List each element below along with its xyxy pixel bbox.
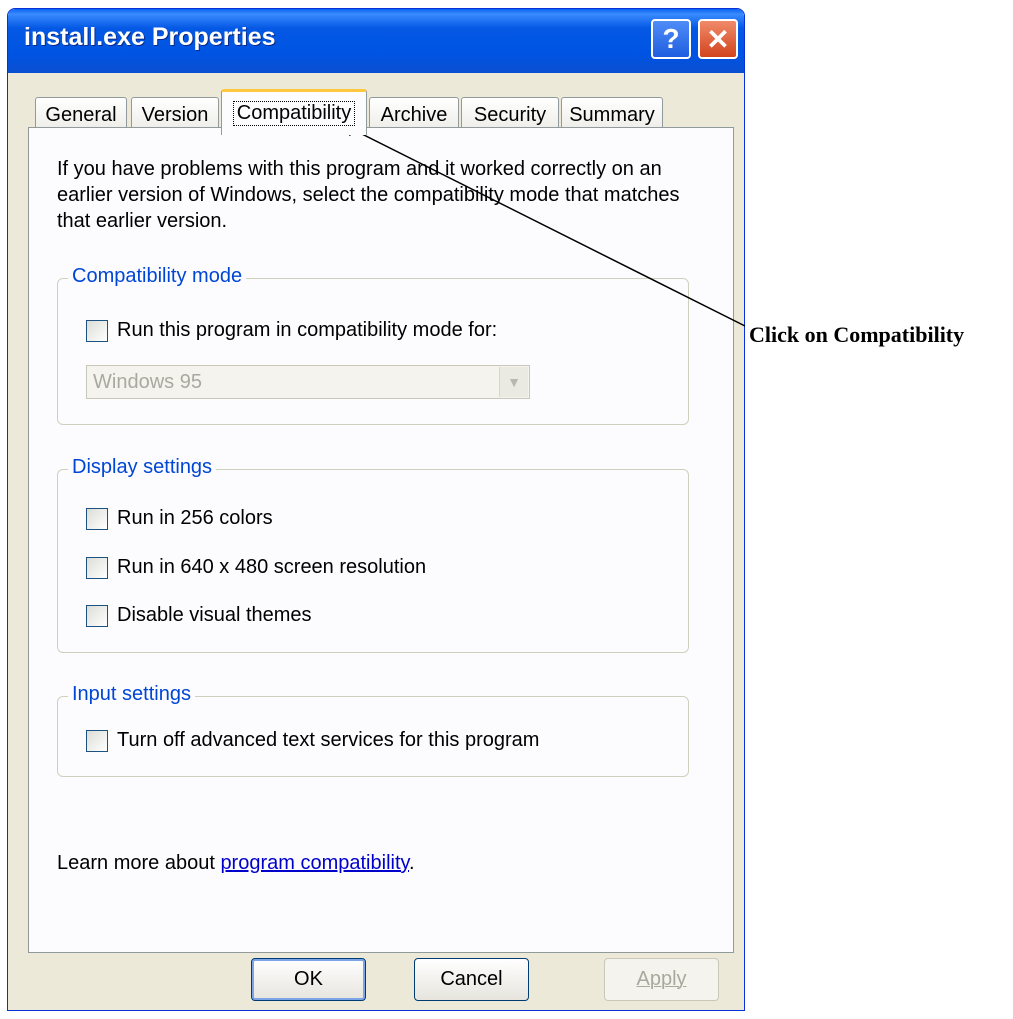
window-title: install.exe Properties [24,23,276,51]
learn-more-prefix: Learn more about [57,852,221,874]
tab-compatibility[interactable]: Compatibility [221,89,367,135]
group-legend: Compatibility mode [68,265,247,288]
tab-label: Compatibility [232,101,356,126]
cancel-button[interactable]: Cancel [414,958,529,1001]
annotation-label: Click on Compatibility [749,322,965,347]
compatibility-mode-option[interactable]: Run this program in compatibility mode f… [86,319,497,342]
tab-label: Archive [380,104,448,126]
compatibility-mode-group: Compatibility mode Run this program in c… [57,265,689,425]
tab-label: Summary [569,104,655,126]
checkbox[interactable] [86,319,108,342]
window-body: General Version Compatibility Archive Se… [11,73,741,1007]
checkbox[interactable] [86,729,108,752]
checkbox[interactable] [86,507,108,530]
tab-panel-compatibility: If you have problems with this program a… [28,127,734,953]
option-256-colors[interactable]: Run in 256 colors [86,507,273,530]
program-compatibility-link[interactable]: program compatibility [220,852,409,874]
os-version-select[interactable]: Windows 95 ▼ [86,365,530,399]
tab-label: Version [141,104,209,126]
display-settings-group: Display settings Run in 256 colors Run i… [57,456,689,653]
learn-more-text: Learn more about program compatibility. [57,852,415,875]
checkbox-label: Disable visual themes [117,604,312,626]
tab-label: General [45,104,117,126]
option-disable-themes[interactable]: Disable visual themes [86,604,312,627]
chevron-down-icon[interactable]: ▼ [499,367,528,397]
apply-label: Apply [636,968,687,990]
checkbox-label: Turn off advanced text services for this… [117,729,540,751]
select-value: Windows 95 [93,370,202,393]
checkbox[interactable] [86,604,108,627]
apply-button[interactable]: Apply [604,958,719,1001]
option-640x480[interactable]: Run in 640 x 480 screen resolution [86,556,426,579]
learn-more-suffix: . [409,852,415,874]
title-bar[interactable]: install.exe Properties ? ✕ [8,9,744,73]
properties-dialog: install.exe Properties ? ✕ General Versi… [7,8,745,1011]
checkbox[interactable] [86,556,108,579]
checkbox-label: Run in 256 colors [117,507,273,529]
tab-label: Security [473,104,547,126]
ok-button[interactable]: OK [251,958,366,1001]
option-advanced-text-services[interactable]: Turn off advanced text services for this… [86,729,539,752]
checkbox-label: Run in 640 x 480 screen resolution [117,556,427,578]
intro-text: If you have problems with this program a… [57,158,680,232]
group-legend: Input settings [68,683,195,706]
checkbox-label: Run this program in compatibility mode f… [117,319,498,341]
close-icon[interactable]: ✕ [698,19,738,59]
input-settings-group: Input settings Turn off advanced text se… [57,683,689,777]
group-legend: Display settings [68,456,217,479]
help-icon[interactable]: ? [651,19,691,59]
